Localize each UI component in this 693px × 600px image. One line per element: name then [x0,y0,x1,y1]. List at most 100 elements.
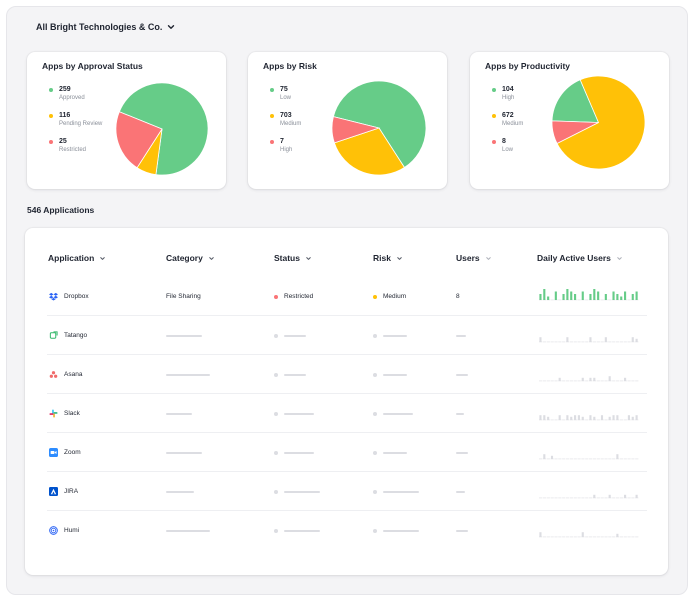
sparkline-baseline [612,536,616,538]
loading-placeholder [284,334,306,337]
sparkline-baseline [627,380,631,382]
loading-placeholder [166,451,202,454]
sparkline-baseline [585,536,589,538]
sparkline-baseline [569,380,574,382]
sparkline-baseline [558,299,562,301]
status-placeholder [274,355,306,394]
sparkline-baseline [585,497,589,499]
table-row-dropbox[interactable]: Dropbox File Sharing Restricted Medium 8 [47,277,647,316]
productivity-legend: 104 High 672 Medium 8 Low [492,85,523,163]
sparkline-baseline [542,536,547,538]
legend-item-high: 7 High [270,137,301,163]
table-row-asana[interactable]: Asana [47,355,647,394]
sparkline-bar [593,416,596,420]
sparkline-baseline [550,536,554,538]
sparkline-baseline [562,380,566,382]
sparkline-bar [574,294,577,300]
sparkline-bar [566,289,569,300]
chevron-down-icon [209,256,214,260]
risk-placeholder [373,355,407,394]
daily-active-users-sparkline [539,289,639,301]
sparkline-baseline [608,458,612,460]
risk-placeholder [373,394,413,433]
column-header-label: Application [48,253,95,263]
sparkline-baseline [562,458,566,460]
column-header-users[interactable]: Users [456,253,492,263]
approval-status-title: Apps by Approval Status [42,61,143,71]
sparkline-baseline [546,497,550,499]
loading-placeholder [284,373,306,376]
sparkline-bar [574,415,577,420]
table-row-jira[interactable]: JIRA [47,472,647,511]
sparkline-baseline [577,458,581,460]
risk-legend: 75 Low 703 Medium 7 High [270,85,301,163]
sparkline-baseline [573,341,577,343]
sparkline-bar [539,337,542,342]
chevron-down-icon [397,256,402,260]
sparkline-baseline [589,458,593,460]
sparkline-bar [624,377,627,381]
sparkline-baseline [619,419,624,421]
table-row-slack[interactable]: Slack [47,394,647,433]
column-header-risk[interactable]: Risk [373,253,403,263]
category-cell: File Sharing [166,277,201,316]
organization-selector[interactable]: All Bright Technologies & Co. [36,22,175,32]
column-header-application[interactable]: Application [48,253,106,263]
legend-label: Restricted [59,147,87,153]
status-dot-icon [274,294,278,299]
sparkline-baseline [596,458,600,460]
sparkline-bar [543,289,546,300]
loading-placeholder [166,490,194,493]
application-name: Asana [64,371,83,378]
status-cell: Restricted [274,277,313,316]
table-row-zoom[interactable]: Zoom [47,433,647,472]
sparkline-bar [635,291,638,300]
sparkline-bar [627,415,630,420]
sparkline-baseline [554,341,558,343]
users-value: 8 [456,293,460,300]
legend-item-low: 8 Low [492,137,523,163]
sparkline-baseline [596,536,600,538]
loading-placeholder [383,373,407,376]
sparkline-bar [581,377,584,381]
users-placeholder [456,355,468,394]
column-header-label: Status [274,253,300,263]
legend-value: 116 [59,112,71,119]
sparkline-bar [612,415,615,420]
column-header-category[interactable]: Category [166,253,215,263]
table-row-tatango[interactable]: Tatango [47,316,647,355]
legend-item-medium: 703 Medium [270,111,301,137]
users-cell: 8 [456,277,460,316]
sparkline-baseline [615,380,620,382]
column-header-status[interactable]: Status [274,253,312,263]
loading-placeholder [284,451,314,454]
sparkline-bar [566,415,569,420]
sparkline-bar [635,415,638,420]
sparkline-baseline [558,341,562,343]
column-header-label: Category [166,253,203,263]
sparkline-baseline [539,380,543,382]
sort-icon [617,256,622,260]
loading-placeholder [284,490,320,493]
legend-item-pending-review: 116 Pending Review [49,111,102,137]
sparkline-baseline [619,497,624,499]
sparkline-baseline [550,497,554,499]
loading-dot [274,333,278,338]
asana-icon [49,371,58,378]
table-row-humi[interactable]: Humi [47,511,647,550]
yellow-dot-icon [49,114,53,118]
status-placeholder [274,316,306,355]
sparkline-bar [604,294,607,300]
column-header-daily-active-users[interactable]: Daily Active Users [537,253,623,263]
sparkline-baseline [562,341,566,343]
sparkline-baseline [554,458,558,460]
sparkline-baseline [558,536,562,538]
application-name: JIRA [64,488,79,495]
sparkline-bar [616,294,619,300]
sparkline-baseline [550,341,554,343]
loading-dot [373,489,377,494]
green-dot-icon [49,88,53,92]
organization-selector-label: All Bright Technologies & Co. [36,22,163,32]
sparkline-bar [612,291,615,300]
sparkline-baseline [623,536,627,538]
